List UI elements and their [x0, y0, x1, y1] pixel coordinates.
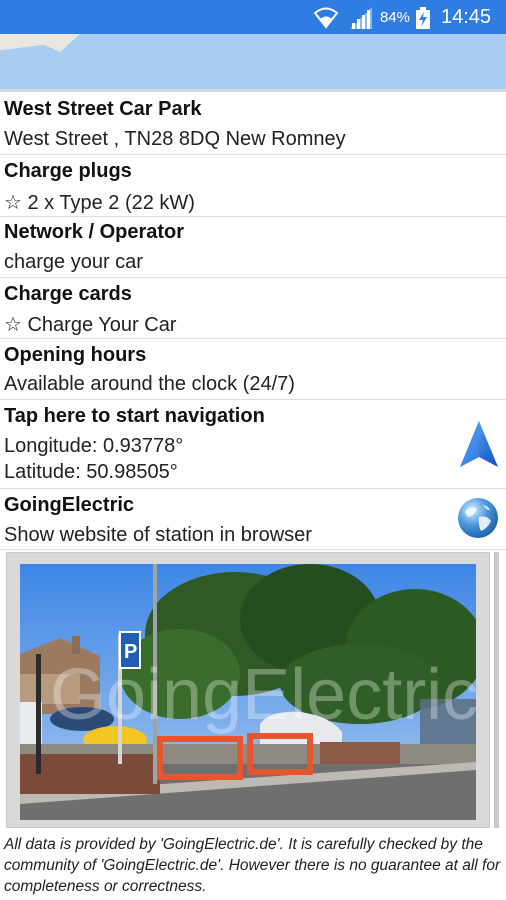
station-address: West Street , TN28 8DQ New Romney [4, 128, 346, 150]
charge-plugs-label: Charge plugs [4, 160, 132, 182]
navigation-label: Tap here to start navigation [4, 405, 265, 427]
opening-hours-label: Opening hours [4, 344, 147, 366]
website-value: Show website of station in browser [4, 524, 312, 546]
charge-cards-label: Charge cards [4, 283, 132, 305]
wifi-icon [313, 7, 339, 29]
charge-plugs-value: ☆ 2 x Type 2 (22 kW) [4, 192, 195, 214]
navigation-row[interactable]: Tap here to start navigation Longitude: … [0, 400, 506, 489]
globe-icon[interactable] [457, 497, 499, 539]
longitude-value: Longitude: 0.93778° [4, 435, 184, 457]
map-land [0, 34, 80, 52]
battery-percent: 84% [380, 9, 411, 26]
station-photo: P GoingElectric [20, 564, 476, 820]
station-photo-frame[interactable]: P GoingElectric [6, 552, 490, 828]
latitude-value: Latitude: 50.98505° [4, 461, 178, 483]
scrollbar[interactable] [494, 552, 499, 828]
clock: 14:45 [441, 6, 492, 28]
map-view[interactable] [0, 34, 506, 92]
opening-hours-value: Available around the clock (24/7) [4, 373, 295, 395]
network-label: Network / Operator [4, 221, 185, 243]
opening-hours-row: Opening hours Available around the clock… [0, 339, 506, 400]
signal-icon [350, 7, 372, 29]
charge-cards-row: Charge cards ☆ Charge Your Car [0, 278, 506, 339]
disclaimer-text: All data is provided by 'GoingElectric.d… [4, 836, 501, 895]
charge-cards-value: ☆ Charge Your Car [4, 314, 177, 336]
navigation-arrow-icon[interactable] [460, 421, 498, 469]
charge-plugs-row: Charge plugs ☆ 2 x Type 2 (22 kW) [0, 155, 506, 217]
battery-charging-icon [416, 7, 430, 29]
status-bar: 84% 14:45 [0, 0, 506, 34]
station-info-row: West Street Car Park West Street , TN28 … [0, 92, 506, 155]
photo-watermark: GoingElectric [50, 655, 476, 735]
network-value: charge your car [4, 251, 143, 273]
network-row: Network / Operator charge your car [0, 217, 506, 278]
website-label: GoingElectric [4, 494, 135, 516]
website-row[interactable]: GoingElectric Show website of station in… [0, 489, 506, 550]
station-name: West Street Car Park [4, 98, 202, 120]
